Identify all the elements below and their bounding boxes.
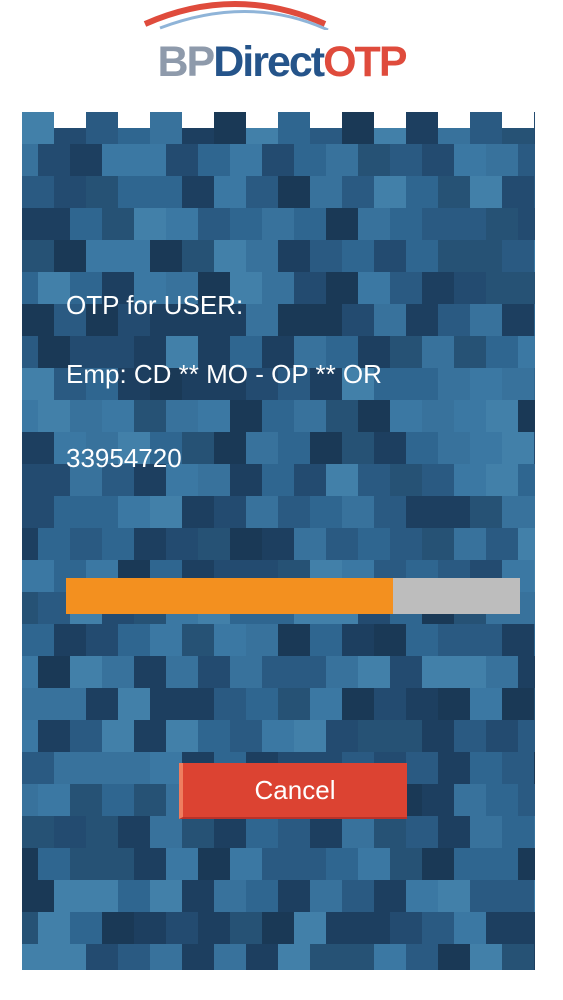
- otp-expiry-progress-fill: [66, 578, 393, 614]
- app-logo: BPDirectOTP: [0, 38, 563, 86]
- logo-arc-icon: [143, 1, 329, 30]
- otp-title: OTP for USER:: [66, 290, 244, 320]
- cancel-button[interactable]: Cancel: [179, 763, 407, 819]
- app-header: BPDirectOTP: [0, 0, 563, 112]
- otp-panel: OTP for USER: Emp: CD ** MO - OP ** OR 3…: [22, 112, 535, 970]
- logo-direct-text: Direct: [213, 38, 325, 86]
- user-identifier: Emp: CD ** MO - OP ** OR: [66, 359, 382, 389]
- logo-otp-text: OTP: [323, 38, 407, 86]
- logo-bp-text: BP: [157, 38, 215, 86]
- otp-expiry-progress: [66, 578, 520, 614]
- otp-code: 33954720: [66, 443, 182, 473]
